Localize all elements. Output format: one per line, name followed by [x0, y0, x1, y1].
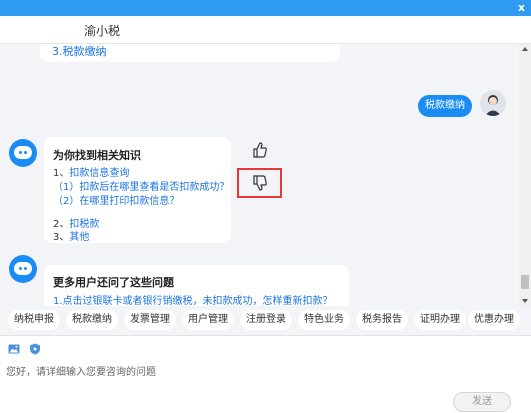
answer-item-3-index: 3、: [53, 232, 70, 243]
previous-message-bubble: 3.税款缴纳: [40, 44, 340, 62]
quick-topic-chip[interactable]: 发票管理: [124, 310, 176, 330]
shield-icon[interactable]: [29, 343, 41, 355]
thumbs-up-icon[interactable]: [249, 140, 269, 160]
quick-topic-chip[interactable]: 特色业务: [298, 310, 350, 330]
message-input-area: 发送: [0, 360, 531, 413]
bot-avatar: [9, 255, 37, 283]
window-title-bar: x: [0, 0, 531, 16]
quick-topic-chip[interactable]: 证明办理: [414, 310, 466, 330]
message-input[interactable]: [6, 363, 446, 381]
bot-avatar: [9, 139, 37, 167]
send-button[interactable]: 发送: [453, 392, 511, 412]
related-questions-card: 更多用户还问了这些问题 1.点击过银联卡或者银行销缴税，未扣款成功，怎样重新扣款…: [44, 265, 349, 306]
answer-item-1: 1、扣款信息查询: [53, 164, 129, 179]
quick-topic-chip[interactable]: 税务报告: [356, 310, 408, 330]
thumbs-down-icon[interactable]: [249, 173, 269, 193]
quick-topic-chip[interactable]: 注册登录: [240, 310, 292, 330]
header-title: 渝小税: [84, 24, 121, 38]
user-message-bubble: 税款缴纳: [418, 95, 472, 117]
quick-topic-bar: 纳税申报 税款缴纳 发票管理 用户管理 注册登录 特色业务 税务报告 证明办理 …: [0, 306, 531, 336]
close-button[interactable]: x: [518, 1, 525, 15]
answer-item-3-link[interactable]: 其他: [69, 232, 89, 243]
answer-item-3: 3、其他: [53, 228, 89, 243]
answer-subitem-1[interactable]: （1）扣款后在哪里查看是否扣款成功？: [53, 178, 229, 193]
quick-topic-chip[interactable]: 用户管理: [182, 310, 234, 330]
image-upload-icon[interactable]: [8, 343, 20, 355]
chat-header: 渝小税: [0, 16, 531, 44]
user-avatar: [480, 90, 506, 116]
answer-subitem-2[interactable]: （2）在哪里打印扣款信息？: [53, 192, 179, 207]
answer-title: 为你找到相关知识: [53, 149, 141, 162]
related-questions-title: 更多用户还问了这些问题: [53, 276, 174, 289]
chat-scrollbar[interactable]: [519, 44, 531, 306]
input-toolbar: [0, 337, 531, 359]
answer-card: 为你找到相关知识 1、扣款信息查询 （1）扣款后在哪里查看是否扣款成功？ （2）…: [44, 137, 231, 243]
quick-topic-chip[interactable]: 优惠办理: [468, 310, 520, 330]
quick-topic-chip[interactable]: 纳税申报: [8, 310, 60, 330]
chat-history[interactable]: 3.税款缴纳 税款缴纳 为你找到相关知识 1、扣款信息查询 （1）扣款后在哪里查…: [0, 44, 531, 306]
scroll-up-arrow-icon[interactable]: [522, 47, 528, 51]
scroll-down-arrow-icon[interactable]: [522, 299, 528, 303]
quick-topic-chip[interactable]: 税款缴纳: [66, 310, 118, 330]
previous-topic-link[interactable]: 3.税款缴纳: [52, 44, 107, 59]
scrollbar-thumb[interactable]: [521, 275, 529, 289]
related-question-1[interactable]: 1.点击过银联卡或者银行销缴税，未扣款成功，怎样重新扣款？: [53, 292, 333, 306]
